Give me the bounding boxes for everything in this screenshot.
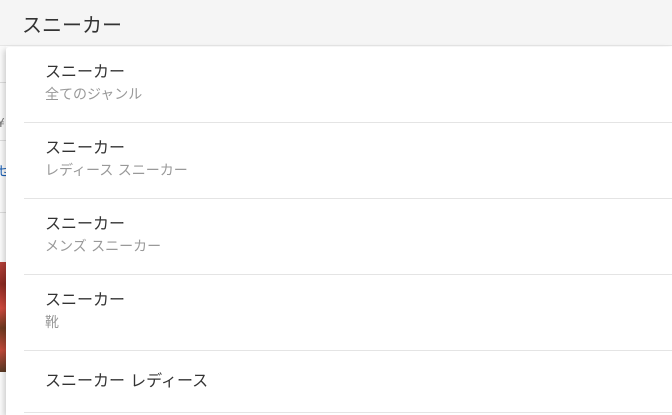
search-suggestions-dropdown: スニーカー 全てのジャンル スニーカー レディース スニーカー スニーカー メン… [6, 47, 672, 415]
page: ¥ せ スニーカー 全てのジャンル スニーカー レディース スニーカー スニーカ… [0, 0, 672, 415]
suggestion-keyword: スニーカー レディース [45, 371, 209, 390]
suggestion-item[interactable]: スニーカー レディース [24, 351, 672, 413]
suggestion-item[interactable]: スニーカー 靴 [24, 275, 672, 351]
suggestion-item[interactable]: スニーカー 全てのジャンル [24, 47, 672, 123]
suggestion-item[interactable]: スニーカー メンズ スニーカー [24, 199, 672, 275]
background-text-fragment: ¥ [0, 116, 5, 130]
suggestion-genre: 全てのジャンル [45, 87, 143, 103]
suggestion-item[interactable]: スニーカー レディース スニーカー [24, 123, 672, 199]
search-bar [0, 0, 672, 46]
suggestion-keyword: スニーカー [45, 138, 126, 157]
search-input[interactable] [22, 9, 622, 37]
suggestion-keyword: スニーカー [45, 290, 126, 309]
suggestion-genre: メンズ スニーカー [45, 239, 162, 255]
suggestion-genre: 靴 [45, 315, 59, 331]
suggestion-genre: レディース スニーカー [45, 163, 188, 179]
suggestion-keyword: スニーカー [45, 214, 126, 233]
suggestion-keyword: スニーカー [45, 62, 126, 81]
